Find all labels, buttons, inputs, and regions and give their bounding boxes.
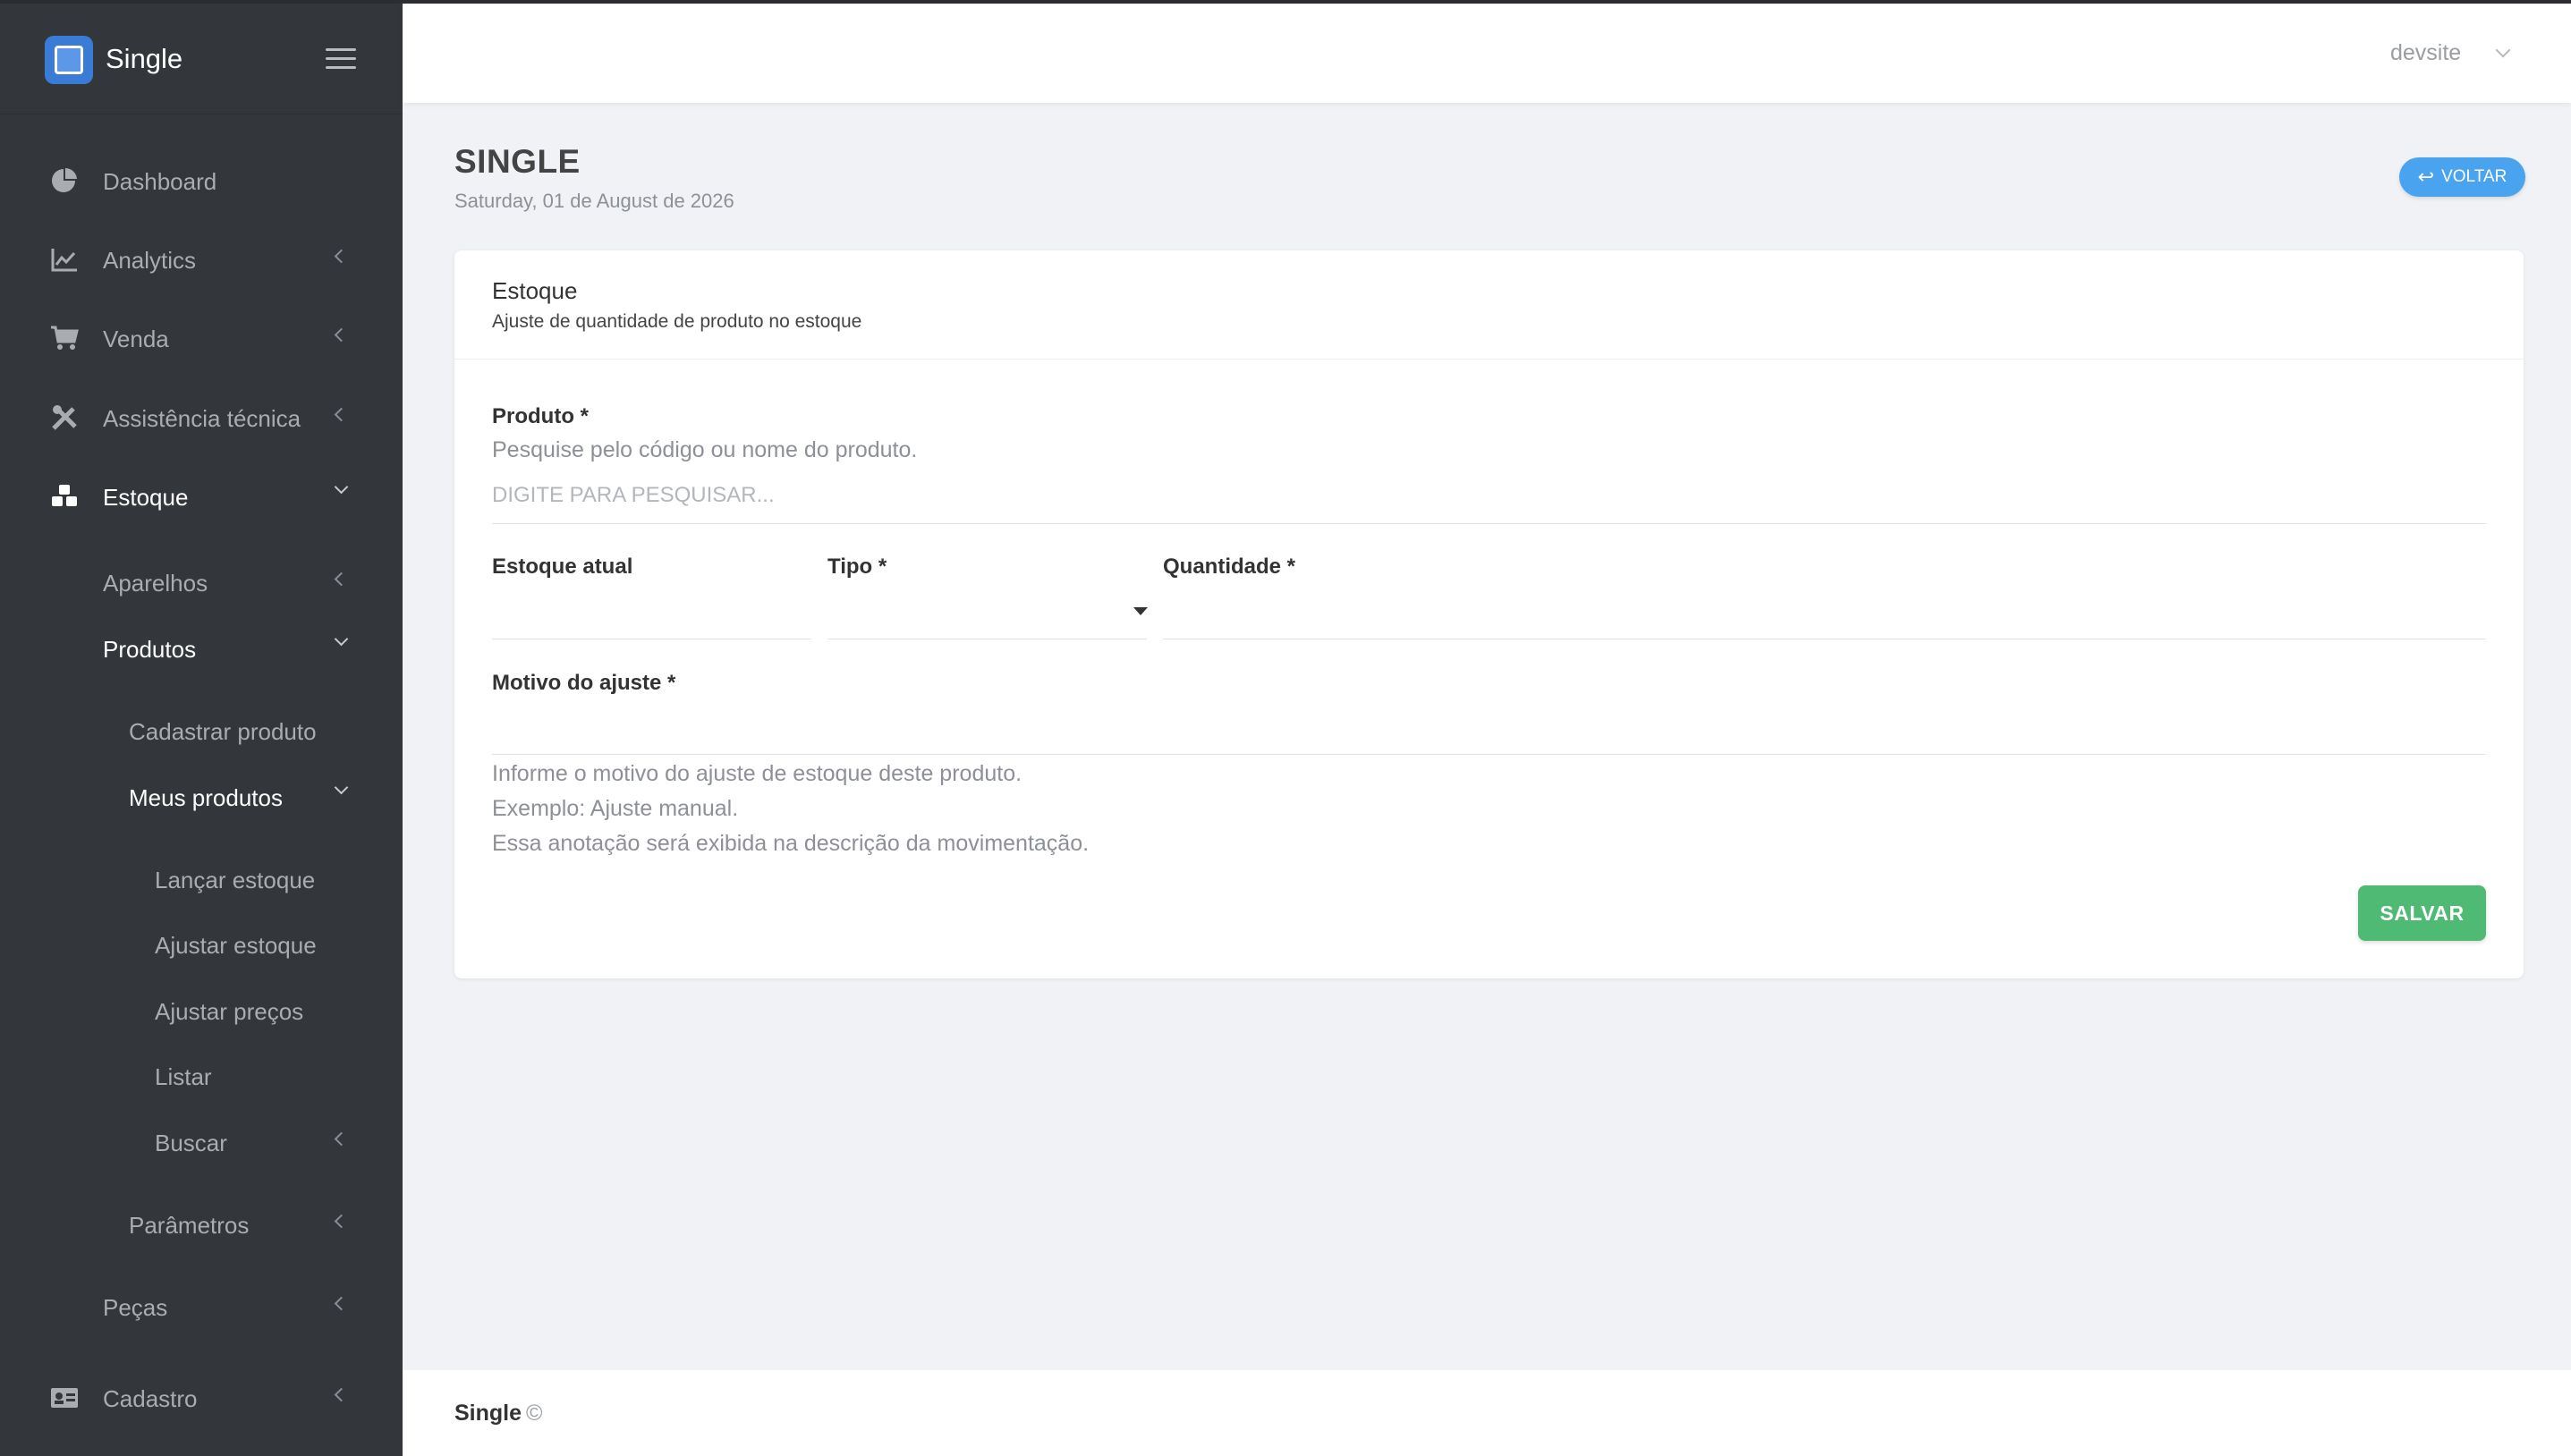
quantidade-input[interactable] (1163, 588, 2478, 628)
id-card-icon (51, 1388, 78, 1408)
sidebar-item-label: Produtos (103, 636, 197, 663)
sidebar-item-lancar-estoque[interactable]: Lançar estoque (0, 852, 403, 906)
sidebar-item-label: Aparelhos (103, 570, 208, 597)
sidebar-item-label: Parâmetros (129, 1212, 250, 1239)
chevron-left-icon (334, 327, 349, 343)
help-line: Exemplo: Ajuste manual. (492, 796, 739, 821)
return-arrow-icon: ↩ (2417, 165, 2435, 188)
sidebar-item-cadastro[interactable]: Cadastro (0, 1371, 403, 1425)
brand: Single (0, 4, 403, 114)
card-header: Estoque Ajuste de quantidade de produto … (454, 250, 2524, 360)
chevron-left-icon (334, 1214, 349, 1229)
chevron-left-icon (334, 1387, 349, 1402)
help-line: Informe o motivo do ajuste de estoque de… (492, 761, 1022, 786)
sidebar-item-label: Lançar estoque (155, 867, 316, 893)
motivo-input[interactable] (492, 705, 2478, 744)
chevron-left-icon (334, 1296, 349, 1311)
sidebar-item-buscar[interactable]: Buscar (0, 1115, 403, 1169)
chevron-left-icon (334, 571, 349, 587)
sidebar-item-label: Cadastro (103, 1385, 198, 1412)
page-date: Saturday, 01 de August de 2026 (454, 190, 734, 212)
chevron-down-icon (334, 479, 349, 495)
app-name[interactable]: Single (106, 43, 182, 75)
sidebar-item-meus-produtos[interactable]: Meus produtos (0, 770, 403, 824)
sidebar-item-dashboard[interactable]: Dashboard (0, 154, 403, 207)
cart-icon (51, 326, 79, 350)
produto-label: Produto * (492, 404, 589, 428)
sidebar-item-label: Venda (103, 326, 169, 352)
caret-down-icon[interactable] (1133, 607, 1148, 615)
sidebar-item-label: Analytics (103, 247, 197, 274)
chevron-down-icon (334, 631, 349, 647)
sidebar-item-label: Ajustar estoque (155, 932, 317, 959)
sidebar-item-parametros[interactable]: Parâmetros (0, 1198, 403, 1251)
sidebar-item-label: Ajustar preços (155, 998, 304, 1025)
hamburger-menu-icon[interactable] (326, 48, 358, 72)
sidebar-item-label: Estoque (103, 484, 189, 511)
sidebar-item-aparelhos[interactable]: Aparelhos (0, 555, 403, 609)
divider (492, 754, 2486, 755)
motivo-label: Motivo do ajuste * (492, 671, 676, 695)
divider (492, 523, 2486, 524)
sidebar-item-label: Buscar (155, 1130, 227, 1156)
sidebar-item-venda[interactable]: Venda (0, 311, 403, 365)
save-button[interactable]: SALVAR (2358, 885, 2486, 941)
estoque-atual-label: Estoque atual (492, 554, 633, 579)
sidebar-item-label: Cadastrar produto (129, 718, 317, 745)
copyright-symbol: © (526, 1401, 543, 1426)
sidebar-item-ajustar-precos[interactable]: Ajustar preços (0, 984, 403, 1037)
sidebar-item-analytics[interactable]: Analytics (0, 233, 403, 286)
estoque-atual-field (492, 588, 805, 628)
stock-adjust-card: Estoque Ajuste de quantidade de produto … (454, 250, 2524, 978)
sidebar-item-assistencia-tecnica[interactable]: Assistência técnica (0, 391, 403, 444)
tipo-label: Tipo * (827, 554, 887, 579)
chevron-left-icon (334, 407, 349, 422)
sidebar-item-estoque[interactable]: Estoque (0, 470, 403, 523)
tipo-select[interactable] (827, 588, 1147, 633)
top-header (403, 4, 2571, 103)
footer-brand: Single (454, 1401, 522, 1426)
sidebar-item-label: Meus produtos (129, 784, 283, 811)
sidebar-item-ajustar-estoque[interactable]: Ajustar estoque (0, 918, 403, 971)
sidebar-item-label: Assistência técnica (103, 405, 301, 432)
product-search-input[interactable] (492, 476, 2442, 515)
sidebar: Single Dashboard Analytics Venda Assistê… (0, 0, 403, 1456)
help-line: Essa anotação será exibida na descrição … (492, 831, 1090, 856)
sidebar-item-cadastrar-produto[interactable]: Cadastrar produto (0, 704, 403, 758)
quantidade-label: Quantidade * (1163, 554, 1296, 579)
page-title: SINGLE (454, 143, 581, 180)
card-subtitle: Ajuste de quantidade de produto no estoq… (492, 311, 862, 332)
sidebar-item-listar[interactable]: Listar (0, 1049, 403, 1103)
card-title: Estoque (492, 277, 578, 304)
back-button-label: VOLTAR (2441, 167, 2507, 186)
boxes-icon (52, 485, 77, 506)
motivo-help-text: Informe o motivo do ajuste de estoque de… (492, 757, 1089, 861)
chevron-left-icon (334, 1131, 349, 1147)
pie-chart-icon (52, 167, 77, 192)
sidebar-item-label: Dashboard (103, 168, 217, 195)
sidebar-item-produtos[interactable]: Produtos (0, 622, 403, 675)
back-button[interactable]: ↩ VOLTAR (2399, 157, 2525, 197)
line-chart-icon (51, 249, 77, 272)
produto-help-text: Pesquise pelo código ou nome do produto. (492, 437, 918, 462)
chevron-down-icon (334, 780, 349, 795)
chevron-left-icon (334, 249, 349, 264)
top-border (0, 0, 2571, 4)
sidebar-item-pecas[interactable]: Peças (0, 1280, 403, 1333)
tools-icon (52, 405, 77, 430)
footer: Single © (403, 1370, 2571, 1456)
sidebar-item-label: Listar (155, 1063, 212, 1090)
user-menu[interactable]: devsite (2390, 40, 2461, 66)
logo-chip-icon[interactable] (45, 36, 93, 84)
sidebar-item-label: Peças (103, 1294, 168, 1321)
